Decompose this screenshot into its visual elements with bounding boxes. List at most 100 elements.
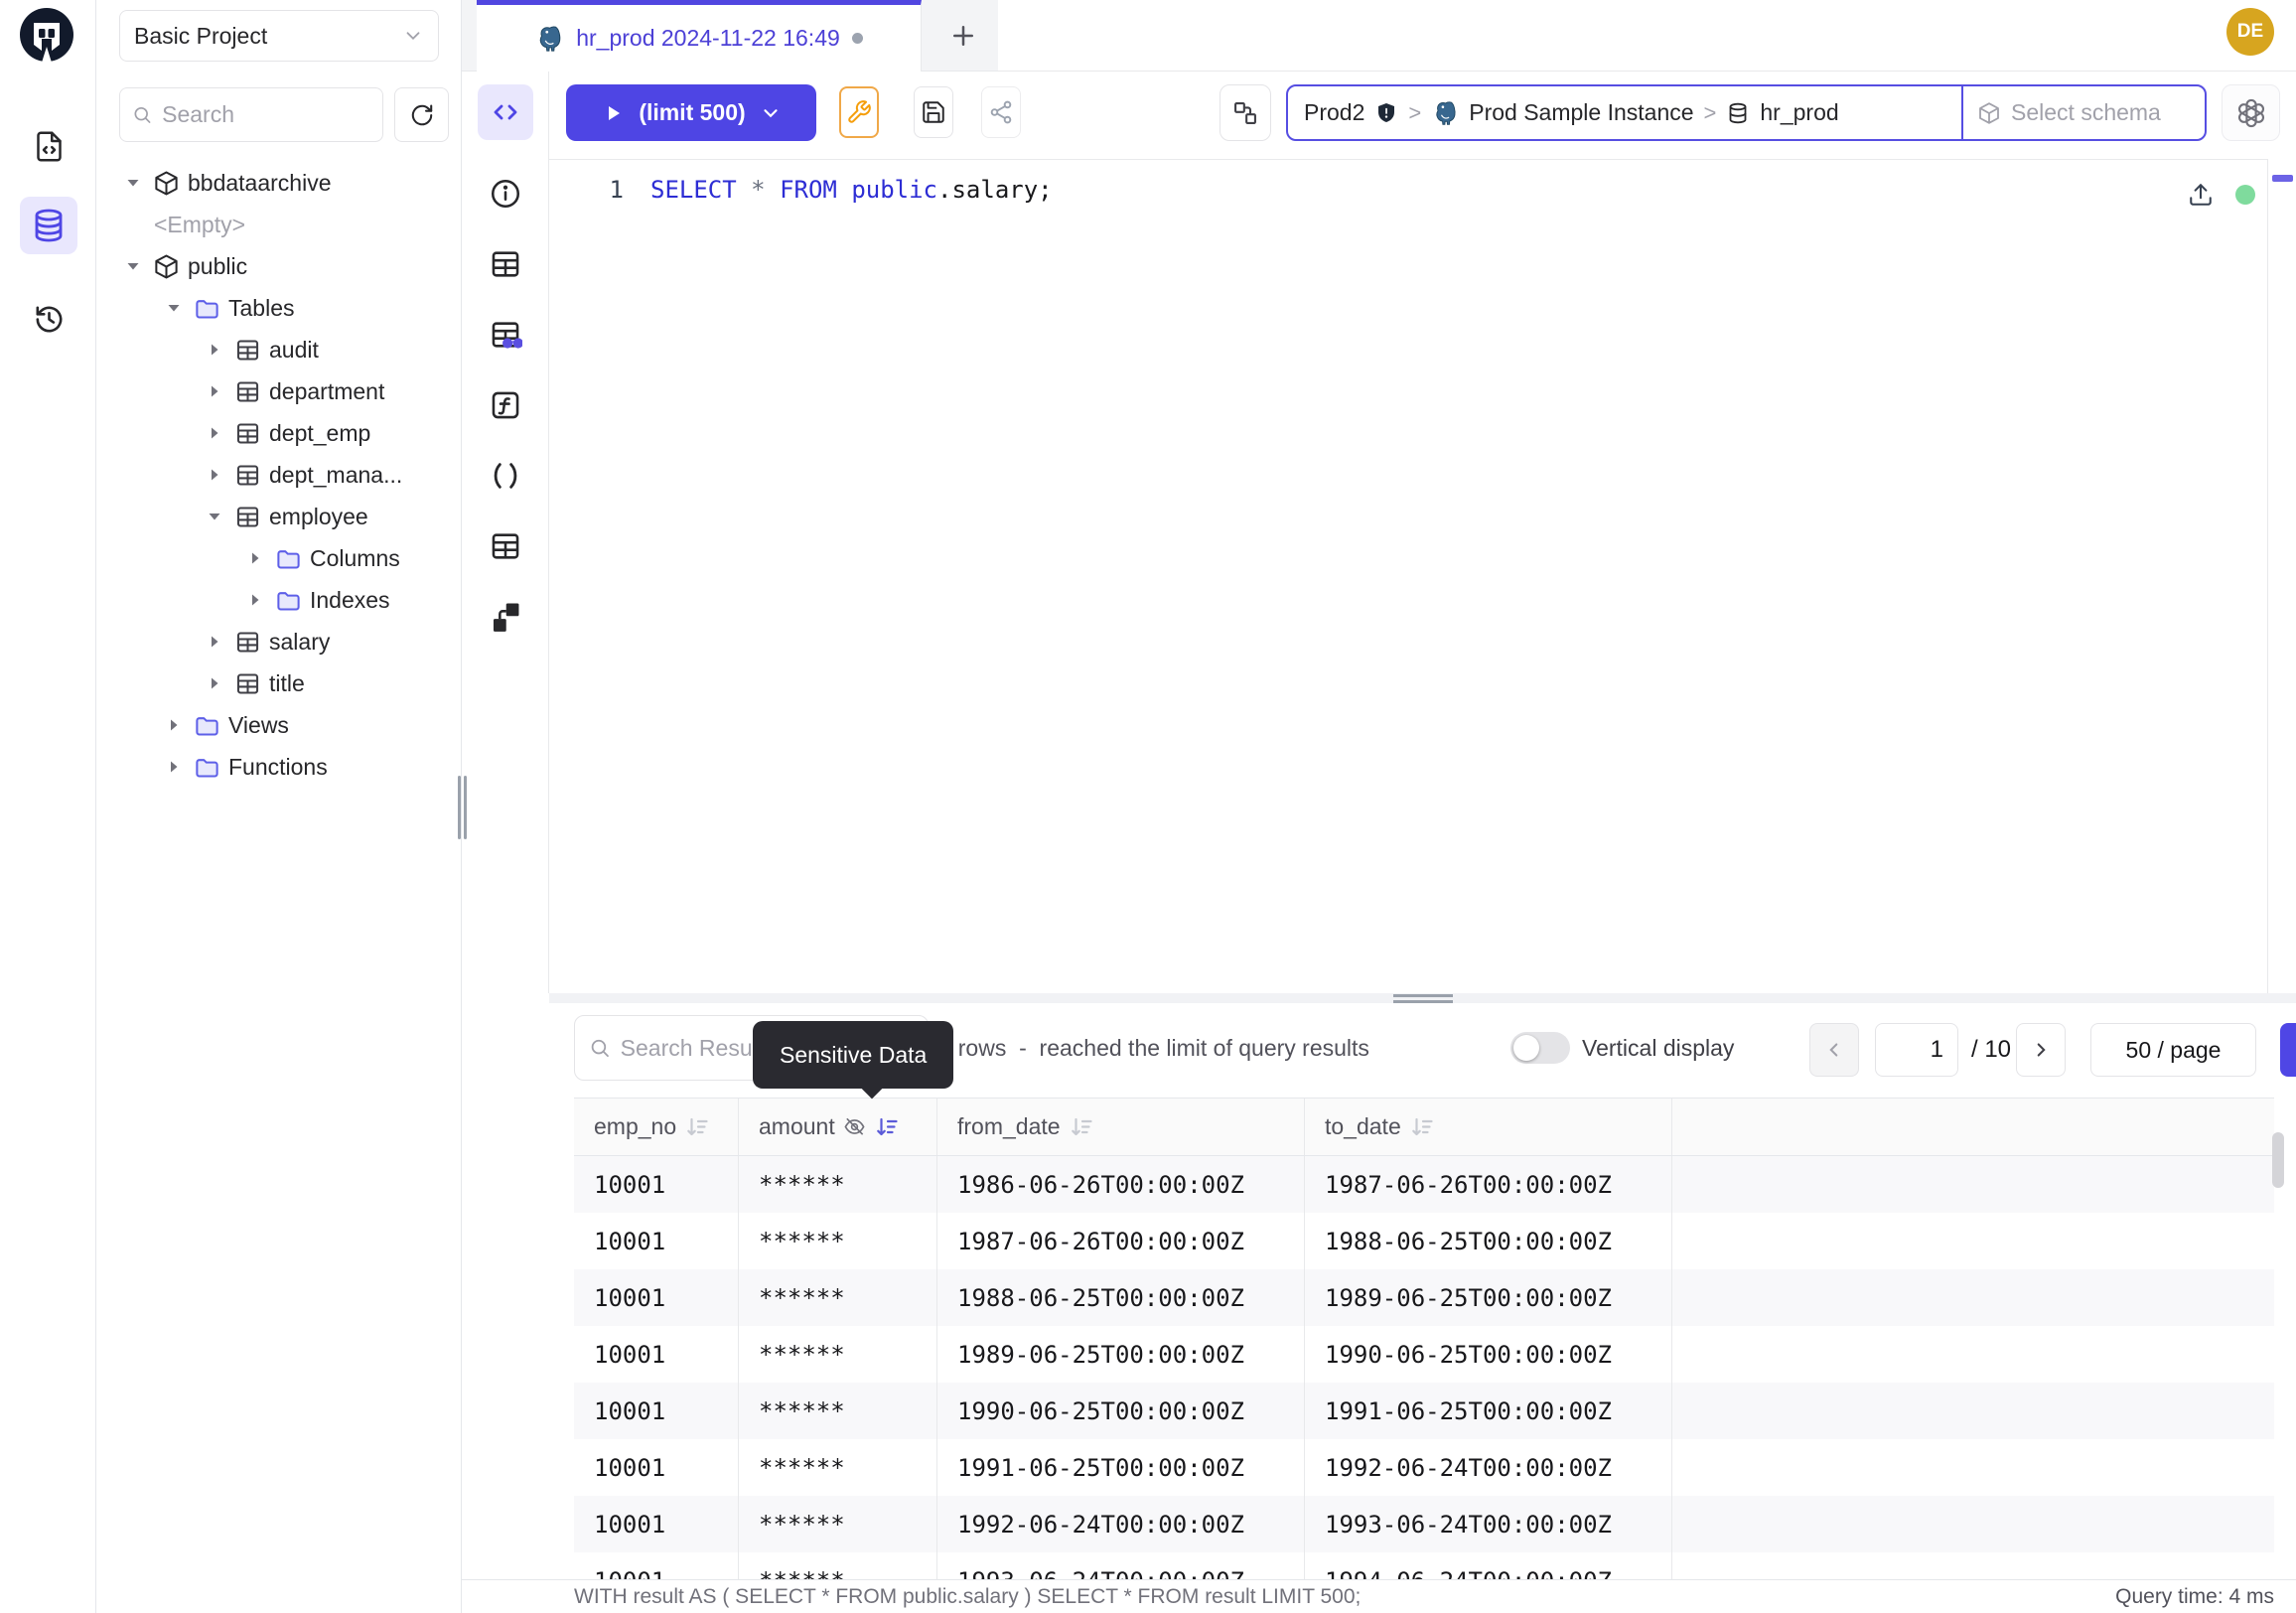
drag-handle-icon (1393, 994, 1453, 1003)
save-sheet-button[interactable] (914, 86, 953, 138)
project-selector[interactable]: Basic Project (119, 10, 439, 62)
format-sql-button[interactable] (839, 86, 879, 138)
info-panel-button[interactable] (489, 177, 522, 211)
results-panel: 500 rows - reached the limit of query re… (549, 1003, 2296, 1579)
sql-editor[interactable]: 1 SELECT * FROM public.salary; (549, 159, 2267, 993)
sort-icon[interactable] (874, 1114, 900, 1140)
column-header-amount[interactable]: amount (739, 1099, 937, 1155)
caret-right-icon[interactable] (203, 338, 226, 362)
history-rail-button[interactable] (20, 290, 77, 348)
caret-right-icon[interactable] (203, 463, 226, 487)
page-size-select[interactable]: 50 / page (2090, 1023, 2256, 1077)
run-query-button[interactable]: (limit 500) (566, 84, 816, 141)
cell-from-date: 1992-06-24T00:00:00Z (937, 1496, 1305, 1552)
vertical-display-label: Vertical display (1582, 1015, 1734, 1081)
new-tab-button[interactable] (929, 0, 998, 71)
column-header-to-date[interactable]: to_date (1305, 1099, 1672, 1155)
caret-down-icon[interactable] (121, 254, 145, 278)
tree-item-indexes[interactable]: Indexes (96, 579, 462, 621)
user-avatar[interactable]: DE (2226, 8, 2274, 56)
export-button[interactable] (2280, 1023, 2296, 1077)
panel-resize-divider[interactable] (549, 993, 2296, 1003)
editor-scroll-gutter[interactable] (2267, 159, 2296, 993)
cell-from-date: 1993-06-24T00:00:00Z (937, 1552, 1305, 1579)
tree-item-columns[interactable]: Columns (96, 537, 462, 579)
tree-item-label: Columns (310, 545, 400, 572)
column-label: from_date (957, 1113, 1061, 1140)
sensitive-columns-panel-button[interactable] (489, 318, 522, 352)
tab-strip: hr_prod 2024-11-22 16:49 DE (462, 0, 2296, 72)
schema-diagram-button[interactable] (489, 600, 522, 634)
share-sheet-button[interactable] (981, 86, 1021, 138)
bytebase-logo[interactable] (18, 6, 75, 64)
caret-right-icon[interactable] (203, 671, 226, 695)
column-header-from-date[interactable]: from_date (937, 1099, 1305, 1155)
page-size-label: 50 / page (2126, 1037, 2222, 1064)
worksheet-rail-button[interactable] (20, 117, 77, 175)
functions-panel-button[interactable] (489, 388, 522, 422)
sort-icon[interactable] (684, 1114, 710, 1140)
tree-item-department[interactable]: department (96, 370, 462, 412)
caret-right-icon[interactable] (203, 630, 226, 654)
tree-item-dept-manager[interactable]: dept_mana... (96, 454, 462, 496)
tree-item-bbdataarchive[interactable]: bbdataarchive (96, 162, 462, 204)
sensitive-eye-off-icon[interactable] (843, 1115, 866, 1138)
column-header-filler (1672, 1099, 2274, 1155)
tree-item-title[interactable]: title (96, 662, 462, 704)
vertical-display-toggle[interactable] (1510, 1032, 1570, 1064)
cell-filler (1672, 1269, 2274, 1326)
caret-right-icon[interactable] (243, 588, 267, 612)
shield-icon (1374, 101, 1398, 125)
tables-panel-button[interactable] (489, 247, 522, 281)
tree-item-functions[interactable]: Functions (96, 746, 462, 788)
database-rail-button[interactable] (20, 197, 77, 254)
external-tables-panel-button[interactable] (489, 529, 522, 563)
results-scrollbar-thumb[interactable] (2272, 1132, 2284, 1188)
refresh-schema-button[interactable] (394, 87, 449, 142)
caret-down-icon[interactable] (121, 171, 145, 195)
tree-item-views[interactable]: Views (96, 704, 462, 746)
sql-code: SELECT * FROM public.salary; (650, 176, 1053, 204)
history-icon (33, 303, 66, 336)
caret-right-icon[interactable] (203, 421, 226, 445)
environment-label: Prod2 (1304, 99, 1364, 126)
select-schema-button[interactable]: Select schema (1961, 86, 2205, 139)
connection-context[interactable]: Prod2 > Prod Sample Instance > hr_prod (1288, 86, 1961, 139)
cell-amount-masked: ****** (739, 1156, 937, 1213)
column-header-emp-no[interactable]: emp_no (574, 1099, 739, 1155)
table-row: 10001 ****** 1991-06-25T00:00:00Z 1992-0… (574, 1439, 2274, 1496)
tree-item-employee[interactable]: employee (96, 496, 462, 537)
tree-item-salary[interactable]: salary (96, 621, 462, 662)
tab-hr-prod[interactable]: hr_prod 2024-11-22 16:49 (477, 0, 922, 72)
caret-down-icon[interactable] (162, 296, 186, 320)
procedures-panel-button[interactable] (489, 459, 522, 493)
table-row: 10001 ****** 1990-06-25T00:00:00Z 1991-0… (574, 1383, 2274, 1439)
sql-editor-mode-button[interactable] (478, 84, 533, 140)
sort-icon[interactable] (1069, 1114, 1094, 1140)
caret-right-icon[interactable] (162, 755, 186, 779)
caret-down-icon[interactable] (203, 505, 226, 528)
sort-icon[interactable] (1409, 1114, 1435, 1140)
toggle-knob (1513, 1035, 1539, 1061)
cell-to-date: 1993-06-24T00:00:00Z (1305, 1496, 1672, 1552)
cell-emp-no: 10001 (574, 1383, 739, 1439)
caret-right-icon[interactable] (162, 713, 186, 737)
schema-icon (153, 170, 180, 197)
caret-right-icon[interactable] (203, 379, 226, 403)
tree-item-public[interactable]: public (96, 245, 462, 287)
tree-item-audit[interactable]: audit (96, 329, 462, 370)
upload-icon[interactable] (2188, 182, 2214, 208)
page-number-input[interactable] (1875, 1023, 1958, 1077)
tree-item-dept-emp[interactable]: dept_emp (96, 412, 462, 454)
play-icon (601, 101, 625, 125)
caret-right-icon[interactable] (243, 546, 267, 570)
column-label: to_date (1325, 1113, 1401, 1140)
cell-filler (1672, 1496, 2274, 1552)
tree-item-label: Tables (228, 295, 294, 322)
next-page-button[interactable] (2016, 1023, 2066, 1077)
sidebar-search-input[interactable] (162, 101, 370, 128)
connection-panel-button[interactable] (1220, 84, 1271, 141)
tree-item-tables[interactable]: Tables (96, 287, 462, 329)
prev-page-button[interactable] (1809, 1023, 1859, 1077)
ai-assistant-button[interactable] (2222, 84, 2280, 141)
